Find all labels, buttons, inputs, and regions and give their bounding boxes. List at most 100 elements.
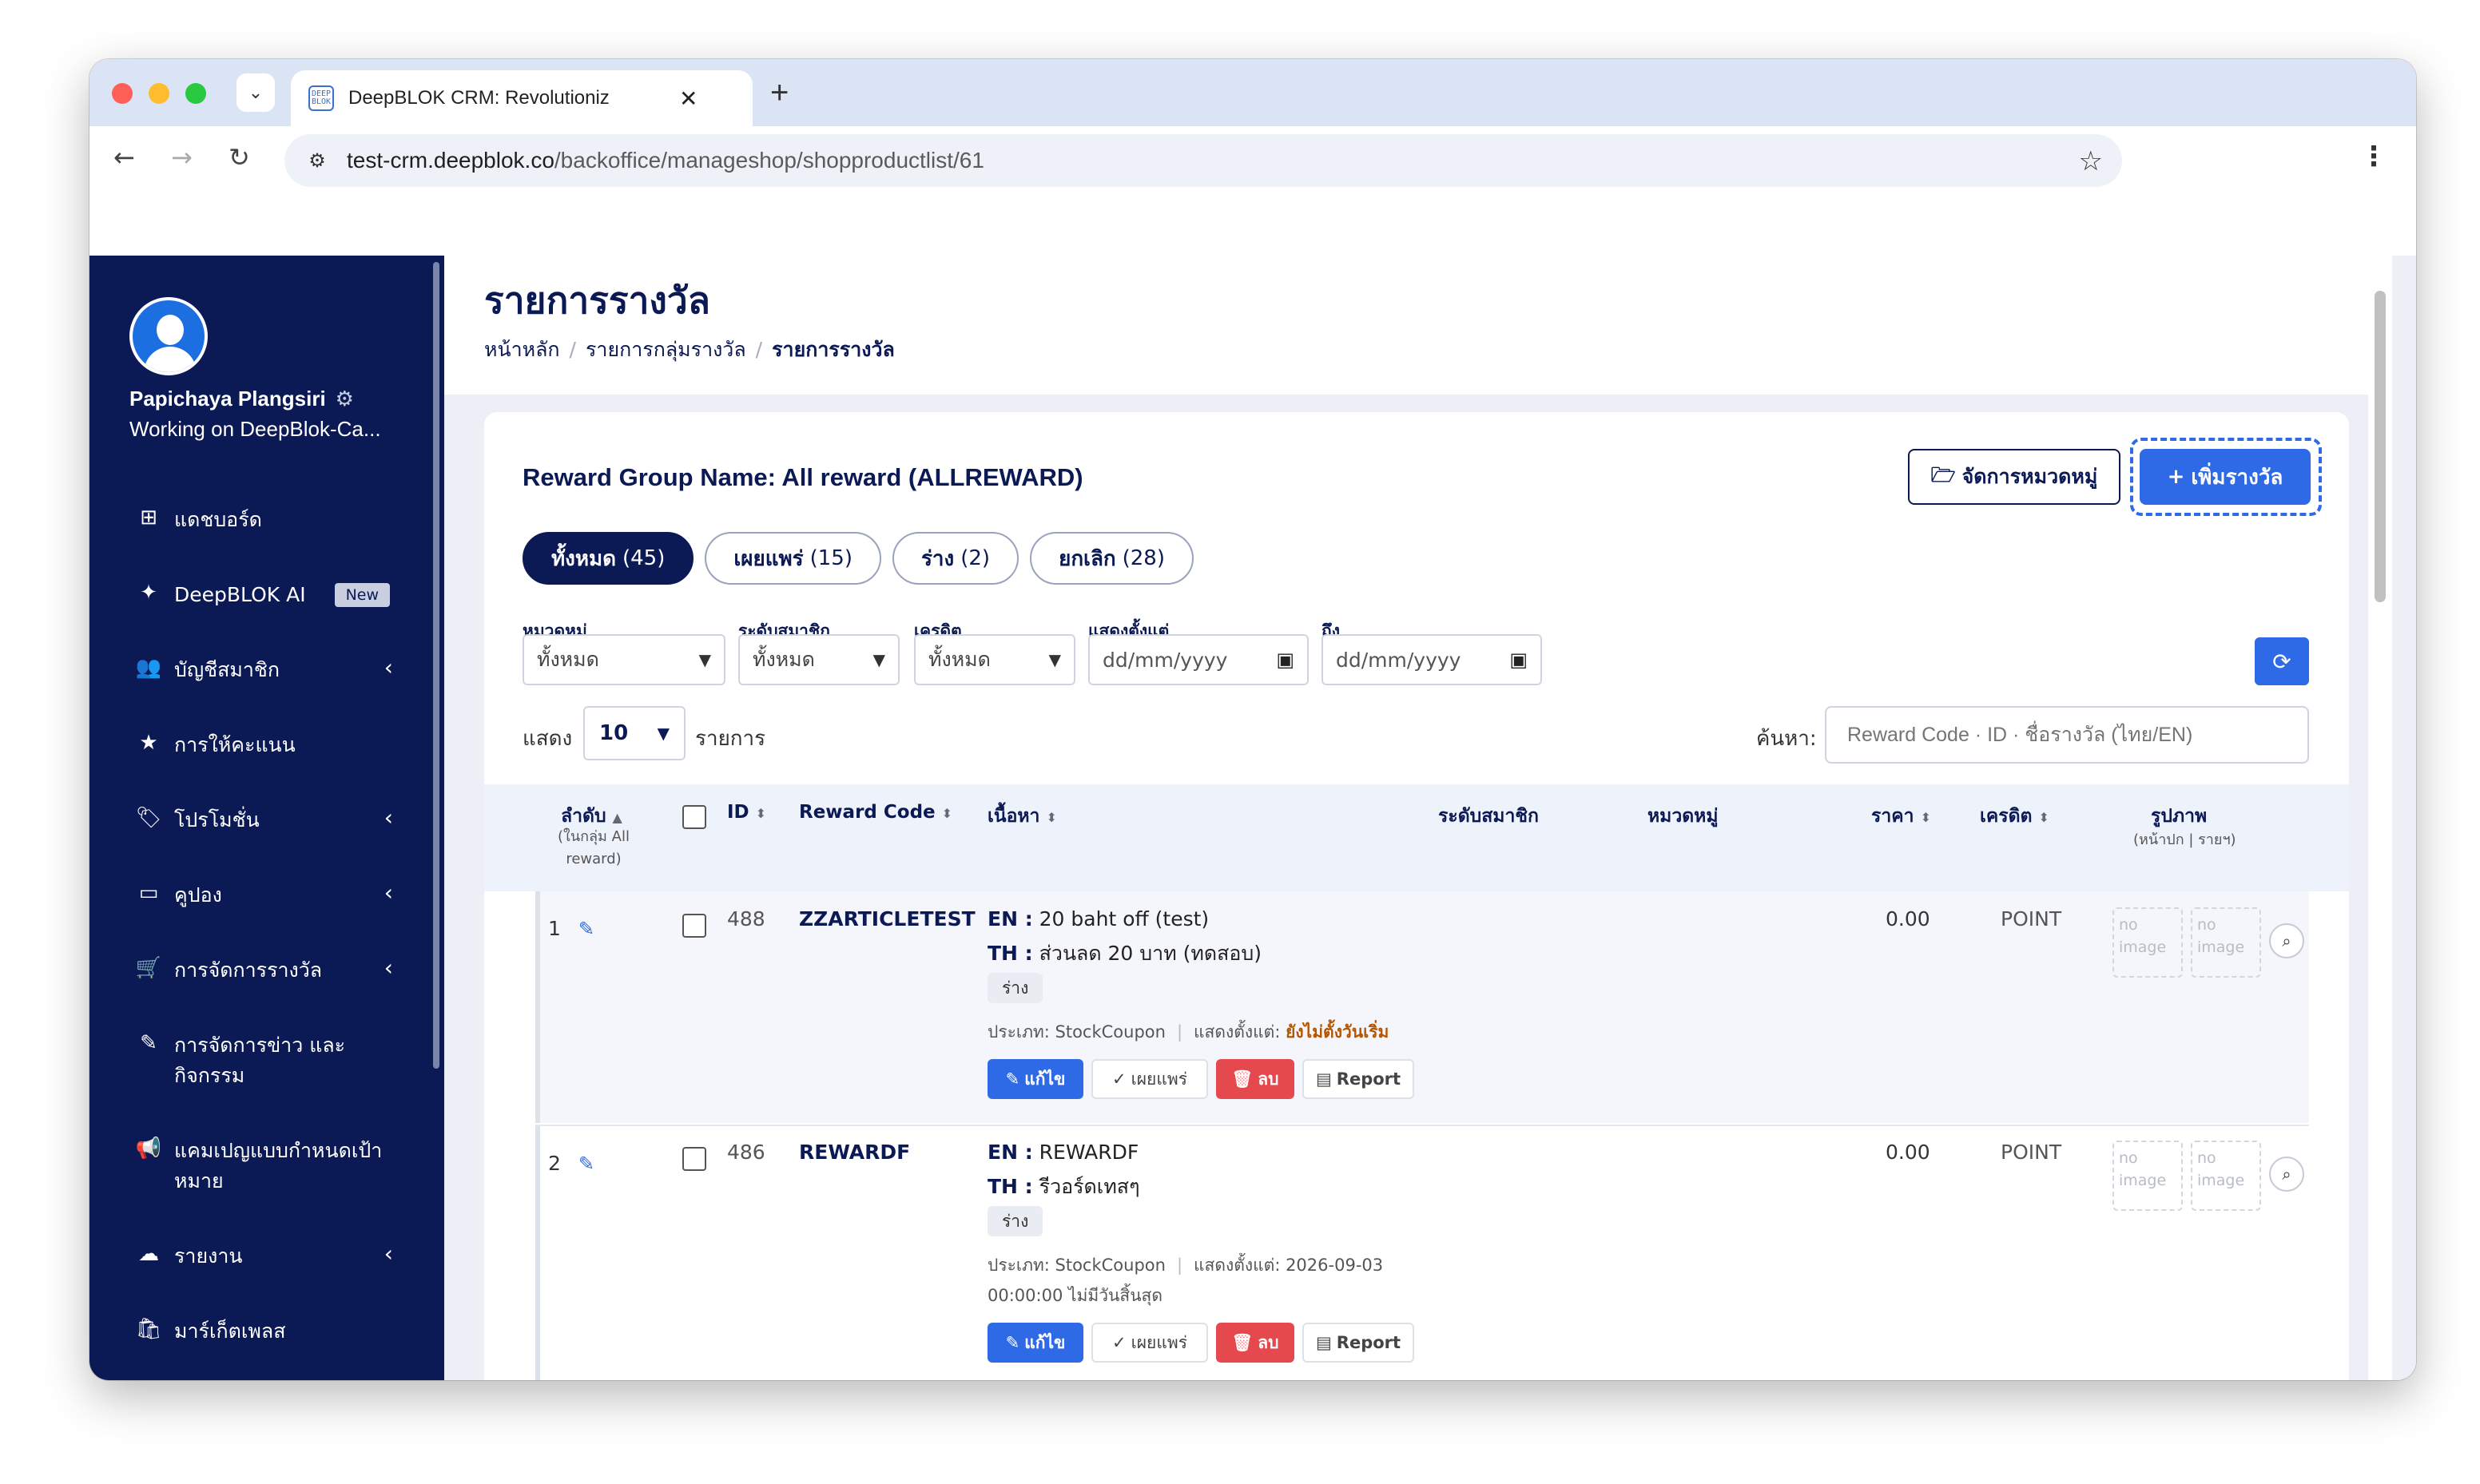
row-order: 1 ✎ xyxy=(548,917,595,940)
zoom-image-button[interactable]: ⌕ xyxy=(2269,1157,2304,1192)
megaphone-icon: 📢 xyxy=(135,1137,162,1161)
breadcrumb-home[interactable]: หน้าหลัก xyxy=(484,338,560,361)
to-date-input[interactable]: dd/mm/yyyy ▣ xyxy=(1321,634,1542,685)
sidebar-item-deepblok-ai[interactable]: ✦ DeepBLOK AI New xyxy=(134,580,438,610)
items-label: รายการ xyxy=(695,727,766,751)
row-content-th: TH : รีวอร์ดเทสๆ xyxy=(988,1175,1140,1198)
sort-asc-icon: ▲ xyxy=(612,810,622,825)
refresh-button[interactable]: ⟳ xyxy=(2255,637,2309,685)
new-tab-button[interactable]: + xyxy=(770,75,789,111)
sidebar-item-campaign[interactable]: 📢 แคมเปญแบบกำหนดเป้าหมาย xyxy=(134,1136,438,1196)
credit-filter-select[interactable]: ทั้งหมด ▼ xyxy=(914,634,1075,685)
report-button[interactable]: ▤ Report xyxy=(1302,1059,1414,1099)
publish-button[interactable]: ✓ เผยแพร่ xyxy=(1091,1323,1208,1363)
sidebar-item-dashboard[interactable]: ⊞ แดชบอร์ด xyxy=(134,505,438,535)
category-filter-select[interactable]: ทั้งหมด ▼ xyxy=(523,634,725,685)
address-bar[interactable]: ⚙ test-crm.deepblok.co/backoffice/manage… xyxy=(284,134,2122,187)
breadcrumb-reward-groups[interactable]: รายการกลุ่มรางวัล xyxy=(586,338,746,361)
edit-icon: ✎ xyxy=(140,1031,157,1055)
tab-draft[interactable]: ร่าง (2) xyxy=(892,532,1019,585)
page-scrollbar[interactable] xyxy=(2375,291,2386,602)
site-settings-icon[interactable]: ⚙ xyxy=(304,147,331,174)
sidebar-item-coupon[interactable]: ▭ คูปอง ‹ xyxy=(134,880,438,911)
back-icon[interactable]: ← xyxy=(113,142,135,173)
url-text: test-crm.deepblok.co/backoffice/managesh… xyxy=(347,148,984,173)
sparkle-icon: ✦ xyxy=(140,581,157,605)
page: Papichaya Plangsiri ⚙ Working on DeepBlok… xyxy=(89,256,2416,1380)
sidebar-item-promotion[interactable]: 🏷 โปรโมชั่น ‹ xyxy=(134,805,438,835)
chevron-left-icon: ‹ xyxy=(384,654,393,680)
forward-icon[interactable]: → xyxy=(171,142,193,173)
row-checkbox[interactable] xyxy=(682,1147,706,1171)
manage-category-button[interactable]: 🗁 จัดการหมวดหมู่ xyxy=(1908,449,2120,505)
caret-down-icon: ▼ xyxy=(657,724,670,743)
browser-menu-icon[interactable]: ⋮ xyxy=(2360,141,2387,173)
search-input[interactable] xyxy=(1825,706,2309,764)
minimize-window-button[interactable] xyxy=(149,83,169,104)
show-from-date-input[interactable]: dd/mm/yyyy ▣ xyxy=(1088,634,1309,685)
sidebar-item-members[interactable]: 👥 บัญชีสมาชิก ‹ xyxy=(134,655,438,685)
sidebar-item-reward-management[interactable]: 🛒 การจัดการรางวัล ‹ xyxy=(134,955,438,986)
plus-icon: + xyxy=(2167,465,2185,489)
maximize-window-button[interactable] xyxy=(185,83,206,104)
col-image-sub: (หน้าปก | รายฯ) xyxy=(2133,831,2236,848)
close-tab-icon[interactable]: ✕ xyxy=(679,85,698,112)
table-row: 2 ✎ 486 REWARDF EN : REWARDF TH : รีวอร์ด… xyxy=(535,1125,2309,1380)
search-icon: ⌕ xyxy=(2282,931,2291,950)
col-reward-code[interactable]: Reward Code ⬍ xyxy=(799,802,952,823)
col-order-sub: (ในกลุ่ม All reward) xyxy=(558,828,630,867)
edit-button[interactable]: ✎ แก้ไข xyxy=(988,1323,1083,1363)
row-checkbox[interactable] xyxy=(682,914,706,938)
row-meta: ประเภท: StockCoupon | แสดงตั้งแต่: 2026-09… xyxy=(988,1256,1384,1275)
pencil-icon[interactable]: ✎ xyxy=(578,918,594,940)
trash-icon: 🗑 xyxy=(1231,1332,1254,1352)
col-id[interactable]: ID ⬍ xyxy=(727,802,766,823)
chart-icon: ▤ xyxy=(1315,1069,1332,1089)
col-content[interactable]: เนื้อหา ⬍ xyxy=(988,802,1057,831)
gear-icon[interactable]: ⚙ xyxy=(336,387,354,411)
table-header: ลำดับ ▲ (ในกลุ่ม All reward) ID ⬍ Reward C… xyxy=(484,784,2349,891)
reload-icon[interactable]: ↻ xyxy=(229,142,250,173)
new-badge: New xyxy=(334,583,391,607)
chart-icon: ▤ xyxy=(1315,1333,1332,1352)
bookmark-star-icon[interactable]: ☆ xyxy=(2079,145,2103,177)
delete-button[interactable]: 🗑 ลบ xyxy=(1216,1059,1294,1099)
tab-published[interactable]: เผยแพร่ (15) xyxy=(705,532,881,585)
report-button[interactable]: ▤ Report xyxy=(1302,1323,1414,1363)
pencil-icon[interactable]: ✎ xyxy=(578,1153,594,1175)
sidebar-item-report[interactable]: ☁ รายงาน ‹ xyxy=(134,1241,438,1272)
refresh-icon: ⟳ xyxy=(2272,648,2291,675)
calendar-icon[interactable]: ▣ xyxy=(1276,649,1294,671)
row-meta: ประเภท: StockCoupon | แสดงตั้งแต่: ยังไม่ต… xyxy=(988,1022,1389,1042)
close-window-button[interactable] xyxy=(112,83,133,104)
sidebar-item-marketplace[interactable]: 🛍 มาร์เก็ตเพลส xyxy=(134,1316,438,1347)
col-price[interactable]: ราคา ⬍ xyxy=(1871,802,1931,831)
edit-button[interactable]: ✎ แก้ไข xyxy=(988,1059,1083,1099)
chevron-left-icon: ‹ xyxy=(384,954,393,981)
caret-down-icon: ▼ xyxy=(1048,650,1061,669)
col-image: รูปภาพ xyxy=(2151,806,2208,827)
col-tier: ระดับสมาชิก xyxy=(1438,806,1539,827)
select-all-checkbox[interactable] xyxy=(682,805,706,829)
browser-tab[interactable]: DEEP BLOK DeepBLOK CRM: Revolutioniz ✕ xyxy=(291,70,753,126)
page-title: รายการรางวัล xyxy=(484,279,710,322)
delete-button[interactable]: 🗑 ลบ xyxy=(1216,1323,1294,1363)
add-reward-button[interactable]: + เพิ่มรางวัล xyxy=(2140,449,2311,505)
publish-button[interactable]: ✓ เผยแพร่ xyxy=(1091,1059,1208,1099)
col-credit[interactable]: เครดิต ⬍ xyxy=(1980,802,2049,831)
zoom-image-button[interactable]: ⌕ xyxy=(2269,923,2304,958)
calendar-icon[interactable]: ▣ xyxy=(1509,649,1528,671)
tab-cancelled[interactable]: ยกเลิก (28) xyxy=(1030,532,1194,585)
avatar[interactable] xyxy=(129,297,208,375)
tab-search-button[interactable]: ⌄ xyxy=(236,73,275,112)
cover-image-placeholder: no image xyxy=(2112,907,2183,978)
sidebar-item-points[interactable]: ★ การให้คะแนน xyxy=(134,730,438,760)
sidebar-item-news[interactable]: ✎ การจัดการข่าว และกิจกรรม xyxy=(134,1030,438,1091)
tier-filter-select[interactable]: ทั้งหมด ▼ xyxy=(738,634,900,685)
page-size-select[interactable]: 10 ▼ xyxy=(583,706,686,760)
ticket-icon: ▭ xyxy=(138,881,159,905)
reward-group-name: Reward Group Name: All reward (ALLREWARD… xyxy=(523,463,1083,491)
row-order: 2 ✎ xyxy=(548,1152,595,1175)
table-row: 1 ✎ 488 ZZARTICLETEST EN : 20 baht off (t… xyxy=(535,891,2309,1123)
tab-all[interactable]: ทั้งหมด (45) xyxy=(523,532,694,585)
